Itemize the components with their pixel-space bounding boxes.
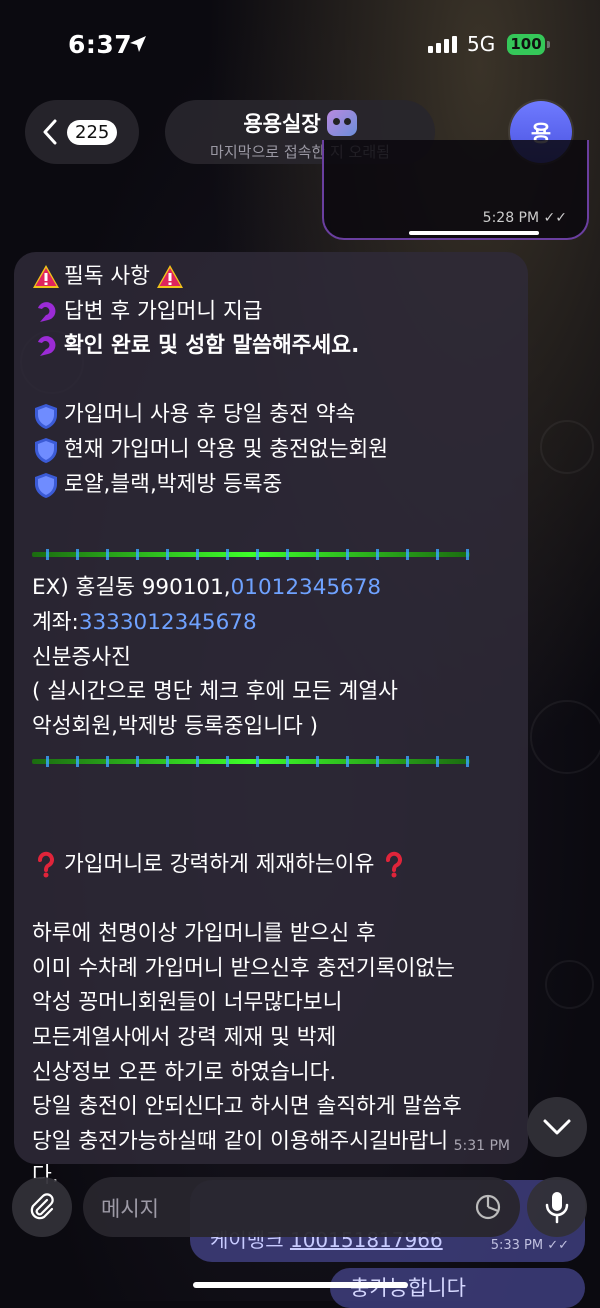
- message-text: 필독 사항 답변 후 가입머니 지급확인 완료 및 성함 말씀해주세요. 가입머니…: [32, 260, 518, 1194]
- message-line: 확인 완료 및 성함 말씀해주세요.: [32, 329, 518, 364]
- media-progress-bar: [409, 231, 539, 235]
- message-time: 5:31 PM: [453, 1138, 510, 1154]
- message-line-text: 신분증사진: [32, 644, 131, 670]
- battery-indicator: 100: [507, 34, 550, 55]
- message-line: 하루에 천명이상 가입머니를 받으신 후: [32, 917, 518, 952]
- message-line: 계좌: 3333012345678: [32, 606, 518, 641]
- message-line-text: 당일 충전가능하실때 같이 이용해주시길바랍니: [32, 1128, 449, 1154]
- message-line-text: 답변 후 가입머니 지급: [64, 298, 263, 324]
- status-bar: 6:37 5G 100: [0, 0, 600, 90]
- location-arrow-icon: [130, 36, 146, 52]
- back-button[interactable]: 225: [25, 100, 139, 164]
- decorative-divider: [32, 537, 518, 572]
- message-line: 필독 사항: [32, 260, 518, 295]
- chat-name: 용용실장: [243, 112, 321, 136]
- message-line-text: 로얄,블랙,박제방 등록중: [64, 471, 283, 497]
- attach-button[interactable]: [12, 1177, 72, 1237]
- message-line-text: 신상정보 오픈 하기로 하였습니다.: [32, 1059, 337, 1085]
- wallpaper-doodle: [540, 420, 594, 474]
- message-time: 5:33 PM ✓✓: [490, 1238, 569, 1253]
- message-line: 현재 가입머니 악용 및 충전없는회원: [32, 433, 518, 468]
- outgoing-message-bubble[interactable]: 충가능합니다: [330, 1268, 585, 1308]
- message-line: 로얄,블랙,박제방 등록중: [32, 468, 518, 503]
- unread-count-badge: 225: [67, 119, 118, 145]
- message-line: 악성 꽁머니회원들이 너무많다보니: [32, 986, 518, 1021]
- message-line-text: 악성 꽁머니회원들이 너무많다보니: [32, 990, 343, 1016]
- voice-record-button[interactable]: [527, 1177, 587, 1237]
- message-line: 악성회원,박제방 등록중입니다 ): [32, 710, 518, 745]
- message-line-text: 모든계열사에서 강력 제재 및 박제: [32, 1025, 337, 1051]
- message-line: 신상정보 오픈 하기로 하였습니다.: [32, 1056, 518, 1091]
- chevron-down-icon: [543, 1119, 571, 1135]
- message-line: 가입머니 사용 후 당일 충전 약속: [32, 398, 518, 433]
- message-line: ( 실시간으로 명단 체크 후에 모든 계열사: [32, 675, 518, 710]
- shield-icon: [32, 471, 60, 499]
- question-icon: [380, 851, 408, 879]
- message-line-text: EX) 홍길동 990101,: [32, 575, 231, 601]
- message-line-text: 현재 가입머니 악용 및 충전없는회원: [64, 436, 389, 462]
- question-icon: [32, 851, 60, 879]
- message-line-text: 필독 사항: [64, 264, 150, 289]
- warning-icon: [32, 263, 60, 291]
- shield-icon: [32, 436, 60, 464]
- home-indicator: [193, 1282, 408, 1288]
- message-line: 이미 수차례 가입머니 받으신후 충전기록이없는: [32, 952, 518, 987]
- message-line-text: 가입머니로 강력하게 제재하는이유: [64, 852, 375, 878]
- message-line: 당일 충전이 안되신다고 하시면 솔직하게 말씀후: [32, 1090, 518, 1125]
- message-time: 5:28 PM ✓✓: [482, 210, 567, 226]
- shield-icon: [32, 402, 60, 430]
- message-line-text: 계좌:: [32, 609, 79, 635]
- message-line-text: 이미 수차례 가입머니 받으신후 충전기록이없는: [32, 955, 455, 981]
- message-line: 모든계열사에서 강력 제재 및 박제: [32, 1021, 518, 1056]
- message-line-text: 하루에 천명이상 가입머니를 받으신 후: [32, 921, 376, 947]
- message-line-text: ( 실시간으로 명단 체크 후에 모든 계열사: [32, 679, 398, 705]
- alien-emoji-icon: [326, 110, 357, 136]
- pointing-hand-icon: [32, 298, 60, 326]
- message-line: EX) 홍길동 990101, 01012345678: [32, 571, 518, 606]
- phone-number-link[interactable]: 01012345678: [231, 571, 381, 606]
- sticker-icon[interactable]: [474, 1193, 502, 1221]
- wallpaper-doodle: [545, 960, 594, 1009]
- read-checkmarks-icon: ✓✓: [543, 210, 567, 226]
- scroll-to-bottom-button[interactable]: [527, 1097, 587, 1157]
- message-line-text: 가입머니 사용 후 당일 충전 약속: [64, 402, 356, 428]
- decorative-divider: [32, 744, 518, 779]
- network-type: 5G: [467, 32, 496, 56]
- wallpaper-doodle: [530, 700, 600, 774]
- status-time: 6:37: [68, 30, 133, 59]
- message-line: 답변 후 가입머니 지급: [32, 295, 518, 330]
- incoming-message-bubble[interactable]: 필독 사항 답변 후 가입머니 지급확인 완료 및 성함 말씀해주세요. 가입머니…: [14, 252, 528, 1188]
- message-line: 가입머니로 강력하게 제재하는이유: [32, 848, 518, 883]
- pointing-hand-icon: [32, 332, 60, 360]
- warning-icon: [156, 263, 184, 291]
- message-placeholder: 메시지: [101, 1197, 159, 1221]
- phone-number-link[interactable]: 3333012345678: [79, 606, 257, 641]
- message-input[interactable]: 메시지: [83, 1177, 520, 1237]
- outgoing-message-bubble[interactable]: 5:28 PM ✓✓: [322, 140, 589, 240]
- message-line-text: 당일 충전이 안되신다고 하시면 솔직하게 말씀후: [32, 1094, 462, 1120]
- message-line: 당일 충전가능하실때 같이 이용해주시길바랍니: [32, 1125, 518, 1160]
- message-line-text: 악성회원,박제방 등록중입니다 ): [32, 713, 319, 739]
- chevron-left-icon: [43, 119, 57, 145]
- microphone-icon: [545, 1192, 569, 1224]
- paperclip-icon: [30, 1193, 54, 1220]
- message-line: 신분증사진: [32, 641, 518, 676]
- cellular-signal-icon: [428, 36, 457, 53]
- message-line-text: 확인 완료 및 성함 말씀해주세요.: [64, 333, 360, 359]
